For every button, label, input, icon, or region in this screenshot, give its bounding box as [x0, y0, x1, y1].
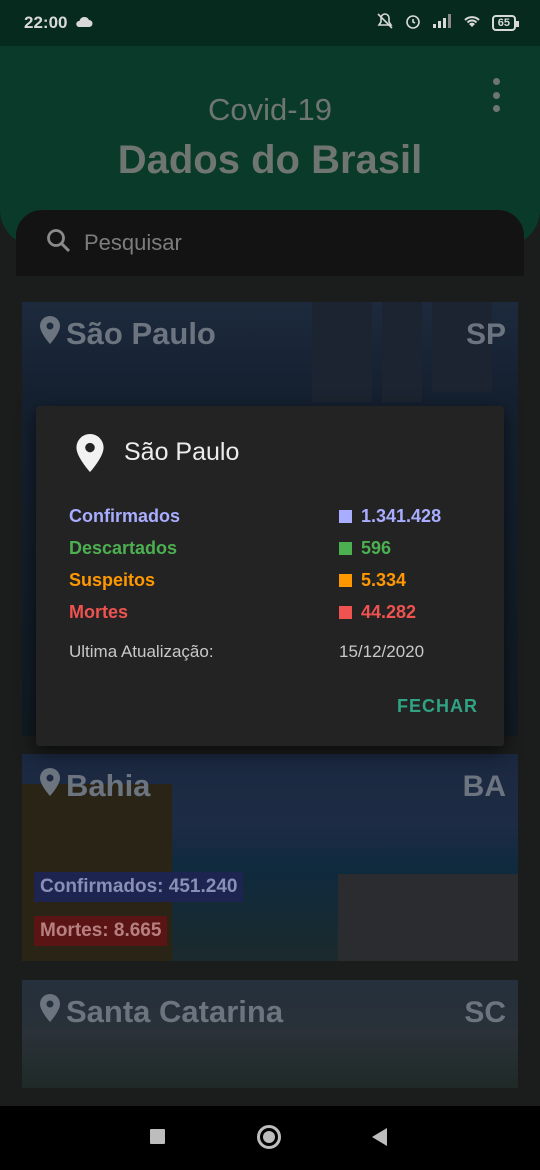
back-icon[interactable] [372, 1128, 387, 1146]
location-pin-icon [76, 434, 104, 477]
card-state-uf: SP [465, 318, 506, 351]
header-subtitle: Covid-19 [207, 92, 333, 127]
last-update-value: 15/12/2020 [339, 642, 425, 661]
status-time: 22:00 [24, 13, 68, 32]
stat-label: Confirmados [69, 506, 181, 526]
wifi-icon [462, 13, 482, 33]
card-state-uf: BA [462, 770, 506, 803]
color-square-icon [339, 574, 352, 587]
bell-off-icon [376, 12, 394, 35]
status-bar: 22:00 65 [0, 0, 540, 46]
stat-value: 1.341.428 [361, 506, 442, 526]
stat-value: 596 [361, 538, 392, 558]
last-update-label: Ultima Atualização: [69, 642, 214, 661]
location-pin-icon [40, 994, 60, 1030]
deaths-badge: Mortes: 8.665 [34, 916, 168, 946]
signal-icon [432, 13, 452, 33]
stat-row-confirmed: Confirmados 1.341.428 [69, 506, 479, 530]
header-title: Dados do Brasil [117, 138, 423, 182]
card-state-name: São Paulo [40, 316, 216, 352]
stat-label: Suspeitos [69, 570, 156, 590]
stat-label: Descartados [69, 538, 178, 558]
dialog-title: São Paulo [124, 438, 240, 466]
system-nav-bar [0, 1106, 540, 1170]
search-input[interactable] [84, 230, 464, 256]
state-card-ba[interactable]: Bahia BA Confirmados: 451.240 Mortes: 8.… [22, 754, 518, 961]
stat-row-discarded: Descartados 596 [69, 538, 479, 562]
state-details-dialog: São Paulo Confirmados 1.341.428 Descarta… [36, 406, 504, 746]
color-square-icon [339, 542, 352, 555]
more-options-icon[interactable] [488, 78, 504, 112]
battery-icon: 65 [491, 15, 520, 31]
close-button[interactable]: FECHAR [397, 696, 478, 717]
card-state-name: Santa Catarina [40, 994, 283, 1030]
location-pin-icon [40, 316, 60, 352]
confirmed-badge: Confirmados: 451.240 [34, 872, 244, 902]
home-icon[interactable] [257, 1125, 281, 1149]
stat-value: 5.334 [361, 570, 407, 590]
color-square-icon [339, 510, 352, 523]
stat-value: 44.282 [361, 602, 417, 622]
stat-row-deaths: Mortes 44.282 [69, 602, 479, 626]
state-card-sc[interactable]: Santa Catarina SC [22, 980, 518, 1088]
last-update: Ultima Atualização: 15/12/2020 [69, 642, 479, 662]
search-bar[interactable] [16, 210, 524, 276]
cloud-icon [75, 13, 93, 33]
color-square-icon [339, 606, 352, 619]
recents-icon[interactable] [150, 1129, 165, 1144]
card-state-name: Bahia [40, 768, 150, 804]
stat-label: Mortes [69, 602, 129, 622]
search-icon [46, 228, 72, 259]
alarm-icon [404, 12, 422, 35]
status-icons: 65 [376, 12, 520, 35]
stat-row-suspected: Suspeitos 5.334 [69, 570, 479, 594]
location-pin-icon [40, 768, 60, 804]
card-state-uf: SC [464, 996, 506, 1029]
